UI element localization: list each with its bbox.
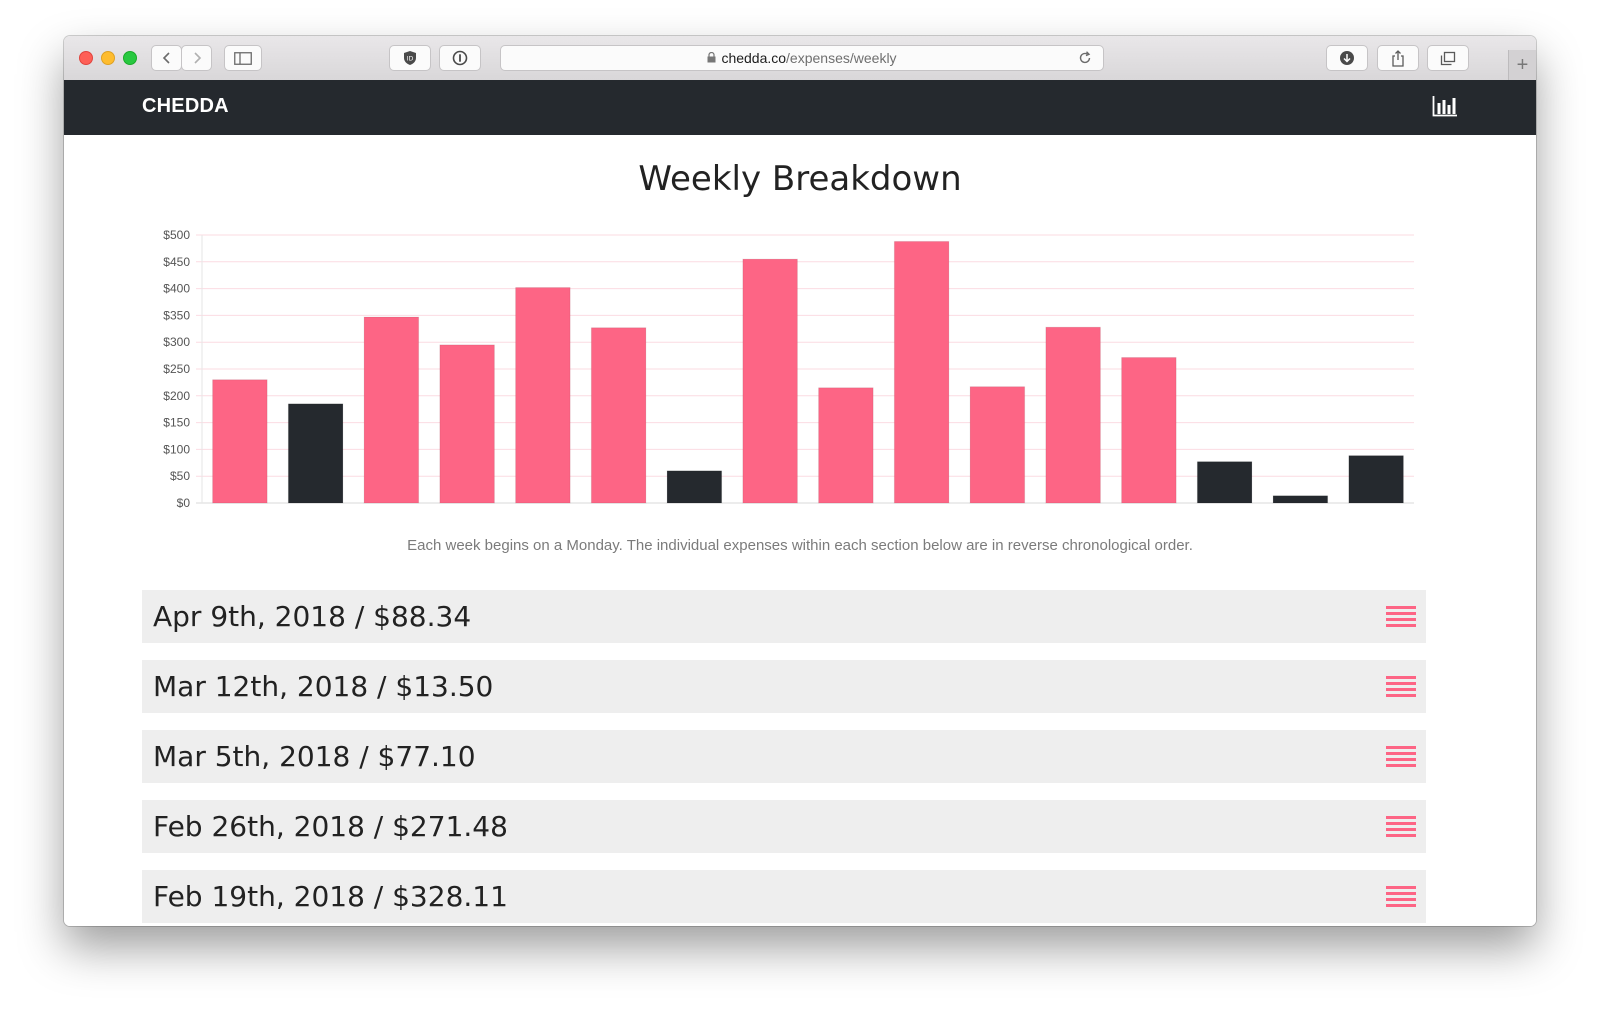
window-minimize-button[interactable]: [101, 51, 115, 65]
week-row[interactable]: Mar 12th, 2018 / $13.50: [142, 660, 1426, 713]
week-label: Feb 26th, 2018 / $271.48: [153, 810, 508, 843]
chart-bar[interactable]: [666, 470, 723, 504]
chevron-right-icon: [193, 52, 201, 64]
week-label: Mar 12th, 2018 / $13.50: [153, 670, 494, 703]
url-host: chedda.co: [721, 50, 787, 66]
window-maximize-button[interactable]: [123, 51, 137, 65]
chevron-left-icon: [162, 52, 170, 64]
week-row[interactable]: Apr 9th, 2018 / $88.34: [142, 590, 1426, 643]
plus-icon: +: [1516, 53, 1529, 76]
new-tab-button[interactable]: +: [1508, 50, 1536, 80]
privacy-extension-button[interactable]: ID: [389, 45, 431, 71]
chart-bar[interactable]: [1348, 455, 1404, 504]
shield-icon: ID: [404, 51, 416, 65]
share-icon: [1392, 49, 1404, 67]
y-tick-label: $350: [163, 308, 190, 322]
y-tick-label: $250: [163, 362, 190, 376]
week-row[interactable]: Feb 26th, 2018 / $271.48: [142, 800, 1426, 853]
week-row[interactable]: Mar 5th, 2018 / $77.10: [142, 730, 1426, 783]
y-tick-label: $100: [163, 442, 190, 456]
download-icon: [1340, 51, 1354, 65]
chart-bar[interactable]: [742, 258, 798, 504]
password-extension-button[interactable]: [439, 45, 481, 71]
bar-chart-icon[interactable]: [1432, 95, 1458, 122]
chart-caption: Each week begins on a Monday. The indivi…: [407, 537, 1193, 554]
tabs-icon: [1440, 51, 1456, 65]
y-tick-label: $150: [163, 416, 190, 430]
y-tick-label: $50: [170, 469, 190, 483]
browser-toolbar: ID chedda.co/expenses/weekly +: [64, 36, 1536, 81]
reload-icon[interactable]: [1077, 50, 1093, 69]
hamburger-menu-icon[interactable]: [1386, 885, 1416, 908]
share-button[interactable]: [1377, 45, 1419, 71]
main-content: Weekly Breakdown $0 $50 $100 $150 $200 $250 $3…: [64, 135, 1536, 926]
chart-bar[interactable]: [439, 344, 495, 504]
chart-bar[interactable]: [287, 403, 344, 504]
hamburger-menu-icon[interactable]: [1386, 815, 1416, 838]
week-list: Apr 9th, 2018 / $88.34 Mar 12th, 2018 / …: [142, 590, 1426, 926]
y-tick-label: $300: [163, 335, 190, 349]
info-circle-icon: [452, 50, 468, 66]
downloads-button[interactable]: [1326, 45, 1368, 71]
brand-logo[interactable]: CHEDDA: [142, 95, 229, 118]
browser-window: ID chedda.co/expenses/weekly + CHEDDA We…: [64, 36, 1536, 926]
tabs-overview-button[interactable]: [1427, 45, 1469, 71]
chart-bar[interactable]: [590, 327, 647, 504]
hamburger-menu-icon[interactable]: [1386, 675, 1416, 698]
hamburger-menu-icon[interactable]: [1386, 745, 1416, 768]
address-bar[interactable]: chedda.co/expenses/weekly: [500, 45, 1104, 71]
week-label: Feb 19th, 2018 / $328.11: [153, 880, 508, 913]
y-tick-label: $400: [163, 282, 190, 296]
week-label: Apr 9th, 2018 / $88.34: [153, 600, 472, 633]
chart-bar[interactable]: [969, 386, 1026, 504]
chart-bar[interactable]: [212, 379, 268, 504]
chart-bar[interactable]: [1121, 356, 1177, 504]
week-row[interactable]: Feb 19th, 2018 / $328.11: [142, 870, 1426, 923]
window-close-button[interactable]: [79, 51, 93, 65]
chart-bar[interactable]: [1196, 461, 1253, 504]
y-tick-label: $200: [163, 389, 190, 403]
chart-bar[interactable]: [893, 240, 950, 504]
y-tick-label: $0: [177, 496, 191, 510]
y-tick-label: $450: [163, 255, 190, 269]
week-label: Mar 5th, 2018 / $77.10: [153, 740, 476, 773]
hamburger-menu-icon[interactable]: [1386, 605, 1416, 628]
sidebar-icon: [234, 51, 252, 65]
url-path: /expenses/weekly: [786, 50, 897, 66]
lock-icon: [707, 50, 716, 66]
chart-bar[interactable]: [1045, 326, 1101, 504]
y-tick-label: $500: [163, 228, 190, 242]
chart-bar[interactable]: [818, 387, 874, 504]
forward-button[interactable]: [181, 45, 212, 71]
sidebar-button[interactable]: [224, 45, 262, 71]
weekly-bar-chart: $0 $50 $100 $150 $200 $250 $300 $350 $400 $450 $50…: [163, 228, 1414, 510]
chart-bar[interactable]: [1272, 495, 1329, 504]
chart-bar[interactable]: [515, 287, 571, 504]
chart-bar[interactable]: [363, 316, 420, 504]
page-title: Weekly Breakdown: [638, 159, 962, 199]
back-button[interactable]: [151, 45, 182, 71]
svg-text:ID: ID: [407, 56, 414, 63]
app-navbar: CHEDDA: [64, 80, 1536, 135]
